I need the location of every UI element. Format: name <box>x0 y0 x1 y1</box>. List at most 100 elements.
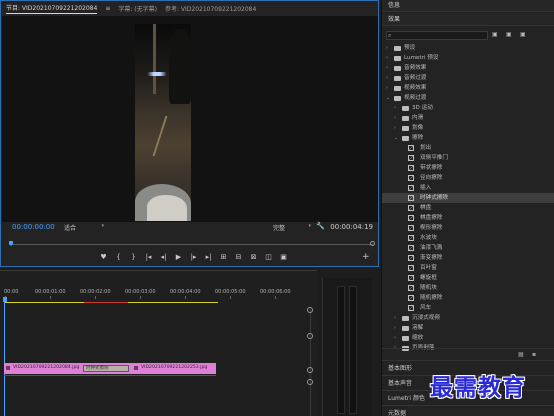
chevron-right-icon[interactable]: › <box>386 73 388 83</box>
effect-folder[interactable]: › 划像 <box>382 123 554 133</box>
mark-out-button[interactable]: } <box>126 253 141 261</box>
chevron-right-icon[interactable]: › <box>394 323 396 333</box>
chevron-right-icon[interactable]: › <box>386 53 388 63</box>
play-button[interactable]: ▶ <box>171 253 186 261</box>
chevron-right-icon[interactable]: › <box>394 313 396 323</box>
chevron-right-icon[interactable]: › <box>394 333 396 343</box>
tree-item-label: 音频效果 <box>404 65 427 71</box>
tab-program[interactable]: 节目: VID20210709221202084 <box>6 3 98 14</box>
transition-effect-icon <box>408 225 414 231</box>
effects-panel-header[interactable]: 效果 <box>382 14 554 26</box>
effect-item[interactable]: 径向擦除 <box>382 173 554 183</box>
playhead-handle[interactable] <box>3 297 7 302</box>
chevron-right-icon[interactable]: › <box>394 123 396 133</box>
meter-channel-right <box>349 286 357 414</box>
effect-item[interactable]: 双侧平推门 <box>382 153 554 163</box>
effect-folder[interactable]: ⌄ 擦除 <box>382 133 554 143</box>
clip-a-label[interactable]: VID20210709221202084.jpg <box>13 365 79 370</box>
scroll-handle-top[interactable] <box>307 307 313 313</box>
chevron-right-icon[interactable]: › <box>386 63 388 73</box>
extract-button[interactable]: ⊟ <box>231 253 246 261</box>
search-icon: ⌕ <box>388 32 392 39</box>
transition-effect-icon <box>408 285 414 291</box>
quality-dropdown[interactable]: 完整 ▾ <box>273 223 311 232</box>
go-to-in-button[interactable]: |◂ <box>141 253 156 261</box>
mark-in-button[interactable]: { <box>111 253 126 261</box>
scroll-handle[interactable] <box>307 367 313 373</box>
chevron-down-icon[interactable]: ⌄ <box>386 93 390 103</box>
effect-item[interactable]: 螺旋框 <box>382 273 554 283</box>
effect-item[interactable]: 随机擦除 <box>382 293 554 303</box>
effect-folder[interactable]: › 音频过渡 <box>382 73 554 83</box>
playback-scrubber[interactable] <box>9 241 375 246</box>
effect-item[interactable]: 水波块 <box>382 233 554 243</box>
info-panel-header[interactable]: 信息 <box>382 0 554 12</box>
scroll-handle-bottom[interactable] <box>307 379 313 385</box>
effect-item[interactable]: 插入 <box>382 183 554 193</box>
video-viewer[interactable] <box>2 16 378 222</box>
effect-item[interactable]: 带状擦除 <box>382 163 554 173</box>
effect-folder[interactable]: › 预设 <box>382 43 554 53</box>
effect-folder[interactable]: › 溶解 <box>382 323 554 333</box>
fit-dropdown[interactable]: 适合 ▾ <box>64 223 104 232</box>
effect-item[interactable]: 棋盘擦除 <box>382 213 554 223</box>
effect-folder[interactable]: › 3D 运动 <box>382 103 554 113</box>
tree-item-label: 缩放 <box>412 335 424 341</box>
wrench-icon[interactable]: 🔧 <box>316 222 325 230</box>
safe-margins-button[interactable]: ▣ <box>276 253 291 261</box>
time-ruler[interactable]: 00:00 00:00:01:00 00:00:02:00 00:00:03:0… <box>4 289 317 299</box>
effects-search-input[interactable]: ⌕ <box>386 31 488 40</box>
current-timecode[interactable]: 00:00:00:00 <box>12 223 55 231</box>
transition-effect-icon <box>408 245 414 251</box>
step-back-button[interactable]: ◂| <box>156 253 171 261</box>
scroll-handle[interactable] <box>307 333 313 339</box>
panel-menu-icon[interactable]: ≡ <box>105 5 110 12</box>
chevron-down-icon[interactable]: ⌄ <box>394 133 398 143</box>
effect-folder[interactable]: › 缩放 <box>382 333 554 343</box>
effect-folder[interactable]: › 内滑 <box>382 113 554 123</box>
effect-item[interactable]: 随机块 <box>382 283 554 293</box>
lift-button[interactable]: ⊞ <box>216 253 231 261</box>
panel-metadata[interactable]: 元数据 <box>382 405 554 416</box>
effect-item[interactable]: 风车 <box>382 303 554 313</box>
yuv-effects-icon[interactable]: ▣ <box>520 31 529 39</box>
button-editor-add-icon[interactable]: + <box>362 253 370 262</box>
video-frame <box>135 24 191 221</box>
effect-item[interactable]: 时钟式擦除 <box>382 193 554 203</box>
effect-item[interactable]: 楔形擦除 <box>382 223 554 233</box>
scrub-end-handle[interactable] <box>370 241 375 246</box>
transition-effect-icon <box>408 175 414 181</box>
comparison-view-button[interactable]: ◫ <box>261 253 276 261</box>
effect-item[interactable]: 渐变擦除 <box>382 253 554 263</box>
chevron-right-icon[interactable]: › <box>394 113 396 123</box>
effect-item[interactable]: 划出 <box>382 143 554 153</box>
tab-captions[interactable]: 字幕: (无字幕) <box>118 4 157 13</box>
effect-folder[interactable]: › 视频效果 <box>382 83 554 93</box>
folder-icon <box>394 86 401 91</box>
effect-item[interactable]: 百叶窗 <box>382 263 554 273</box>
effect-item[interactable]: 油漆飞溅 <box>382 243 554 253</box>
effect-folder[interactable]: › 音频效果 <box>382 63 554 73</box>
effect-folder[interactable]: ⌄ 视频过渡 <box>382 93 554 103</box>
chevron-right-icon[interactable]: › <box>386 43 388 53</box>
effect-folder[interactable]: › 沉浸式视频 <box>382 313 554 323</box>
transition-effect-icon <box>408 145 414 151</box>
delete-icon[interactable]: ▪ <box>532 351 536 358</box>
tab-reference[interactable]: 参考: VID20210709221202084 <box>165 4 256 13</box>
go-to-out-button[interactable]: ▸| <box>201 253 216 261</box>
chevron-right-icon[interactable]: › <box>394 103 396 113</box>
export-frame-button[interactable]: ⊠ <box>246 253 261 261</box>
accelerated-effects-icon[interactable]: ▣ <box>492 31 501 39</box>
playhead-marker[interactable] <box>9 241 13 246</box>
add-marker-button[interactable]: ♥ <box>96 253 111 261</box>
32bit-effects-icon[interactable]: ▣ <box>506 31 515 39</box>
effect-item[interactable]: 棋盘 <box>382 203 554 213</box>
transition-clip[interactable]: 时钟式擦除 <box>83 365 129 372</box>
new-bin-icon[interactable]: ▦ <box>518 351 524 358</box>
clip-b-label[interactable]: VID20210709221202253.jpg <box>141 365 207 370</box>
transition-effect-icon <box>408 235 414 241</box>
step-forward-button[interactable]: |▸ <box>186 253 201 261</box>
timeline-playhead[interactable] <box>4 297 5 416</box>
chevron-right-icon[interactable]: › <box>386 83 388 93</box>
effect-folder[interactable]: › Lumetri 预设 <box>382 53 554 63</box>
